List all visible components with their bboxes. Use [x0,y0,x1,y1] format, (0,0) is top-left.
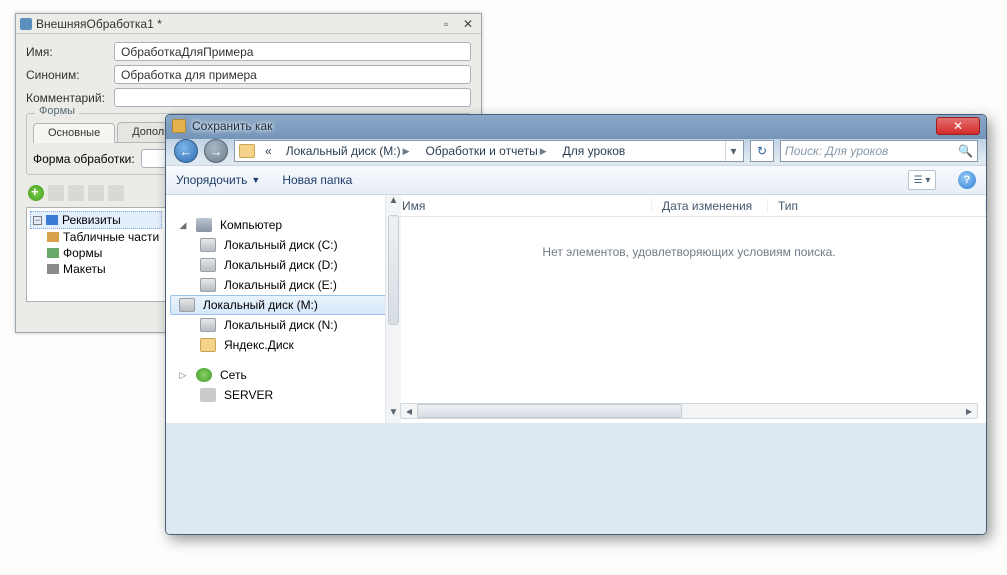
tree-node-forms[interactable]: Формы [30,245,162,261]
hide-folders-link[interactable]: ˄ Скрыть папки [184,508,282,524]
crumb-folder1[interactable]: Обработки и отчеты▶ [420,141,555,161]
edit-icon[interactable] [48,185,64,201]
computer-icon [196,218,212,232]
file-list[interactable]: Имя Дата изменения Тип Нет элементов, уд… [392,195,986,423]
crumb-root[interactable]: « [259,141,278,161]
network-icon [196,368,212,382]
empty-message: Нет элементов, удовлетворяющих условиям … [392,217,986,259]
yadisk-icon [200,338,216,352]
synonym-input[interactable]: Обработка для примера [114,65,471,84]
comment-input[interactable] [114,88,471,107]
dialog-body: ◢ Компьютер Локальный диск (C:) Локальны… [166,195,986,423]
horizontal-scrollbar[interactable]: ◂▸ [400,403,978,419]
add-icon[interactable] [28,185,44,201]
dialog-titlebar[interactable]: Сохранить как ✕ [166,115,986,137]
down-icon[interactable] [108,185,124,201]
nav-server[interactable]: SERVER [166,385,391,405]
object-tree[interactable]: − Реквизиты Табличные части Формы Макеты [26,207,166,302]
comment-label: Комментарий: [26,91,108,105]
crumb-disk[interactable]: Локальный диск (M:)▶ [280,141,418,161]
disk-icon [200,278,216,292]
view-mode-button[interactable]: ☰ ▾ [908,170,936,190]
close-icon[interactable]: ✕ [459,16,477,32]
up-icon[interactable] [88,185,104,201]
disk-icon [200,318,216,332]
save-button[interactable]: Сохранить [782,504,876,527]
disk-icon [200,258,216,272]
nav-yadisk[interactable]: Яндекс.Диск [166,335,391,355]
templates-icon [47,264,59,274]
name-label: Имя: [26,45,108,59]
dialog-footer: ˄ Скрыть папки Сохранить Отмена [166,494,986,535]
tab-main[interactable]: Основные [33,123,115,143]
dialog-title: Сохранить как [192,119,936,133]
nav-disk-d[interactable]: Локальный диск (D:) [166,255,391,275]
delete-icon[interactable] [68,185,84,201]
search-icon[interactable]: 🔍 [958,144,973,158]
filename-label: Имя файла: [184,438,274,452]
nav-bar: ← → « Локальный диск (M:)▶ Обработки и о… [166,137,986,165]
disk-icon [200,238,216,252]
help-button[interactable]: ? [958,171,976,189]
close-button[interactable]: ✕ [936,117,980,135]
window-title: ВнешняяОбработка1 * [36,17,433,31]
forward-button[interactable]: → [204,139,228,163]
tree-node-templates[interactable]: Макеты [30,261,162,277]
filetype-label: Тип файла: [184,466,274,480]
new-folder-button[interactable]: Новая папка [282,173,352,187]
nav-disk-c[interactable]: Локальный диск (C:) [166,235,391,255]
nav-disk-n[interactable]: Локальный диск (N:) [166,315,391,335]
forms-legend: Формы [35,105,79,117]
tabular-icon [47,232,59,242]
dialog-icon [172,119,186,133]
filename-input[interactable]: ОбработкаДляПримера.epf▾ [282,434,968,456]
search-placeholder: Поиск: Для уроков [785,144,888,158]
disk-icon [179,298,195,312]
server-icon [200,388,216,402]
file-fields: Имя файла: ОбработкаДляПримера.epf▾ Тип … [166,423,986,494]
nav-disk-m[interactable]: Локальный диск (M:) [170,295,387,315]
chevron-down-icon[interactable]: ▾ [955,466,961,480]
chevron-down-icon[interactable]: ▾ [955,438,961,452]
back-button[interactable]: ← [174,139,198,163]
nav-network[interactable]: ▷ Сеть [166,365,391,385]
dialog-toolbar: Упорядочить ▼ Новая папка ☰ ▾ ? [166,165,986,195]
address-dropdown[interactable]: ▾ [725,141,741,161]
requisites-icon [46,215,58,225]
tree-node-requisites[interactable]: − Реквизиты [30,211,162,229]
column-headers[interactable]: Имя Дата изменения Тип [392,195,986,217]
collapse-icon[interactable]: − [33,216,42,225]
form-processing-label: Форма обработки: [33,152,135,166]
folder-icon [239,144,255,158]
synonym-label: Синоним: [26,68,108,82]
refresh-button[interactable]: ↻ [750,140,774,162]
forms-icon [47,248,59,258]
tree-node-tabular[interactable]: Табличные части [30,229,162,245]
app-icon [20,18,32,30]
designer-titlebar[interactable]: ВнешняяОбработка1 * ▫ ✕ [16,14,481,34]
crumb-folder2[interactable]: Для уроков [557,141,632,161]
organize-menu[interactable]: Упорядочить ▼ [176,173,260,187]
col-type[interactable]: Тип [768,199,986,213]
col-name[interactable]: Имя [392,199,652,213]
save-as-dialog: Сохранить как ✕ ← → « Локальный диск (M:… [165,114,987,535]
restore-icon[interactable]: ▫ [437,16,455,32]
nav-computer[interactable]: ◢ Компьютер [166,215,391,235]
address-bar[interactable]: « Локальный диск (M:)▶ Обработки и отчет… [234,140,744,162]
filetype-select[interactable]: Внешняя обработка (*.epf)▾ [282,462,968,484]
cancel-button[interactable]: Отмена [884,504,968,527]
search-input[interactable]: Поиск: Для уроков 🔍 [780,140,978,162]
chevron-up-icon: ˄ [184,508,200,524]
nav-disk-e[interactable]: Локальный диск (E:) [166,275,391,295]
col-date[interactable]: Дата изменения [652,199,768,213]
name-input[interactable]: ОбработкаДляПримера [114,42,471,61]
navigation-pane[interactable]: ◢ Компьютер Локальный диск (C:) Локальны… [166,195,392,423]
